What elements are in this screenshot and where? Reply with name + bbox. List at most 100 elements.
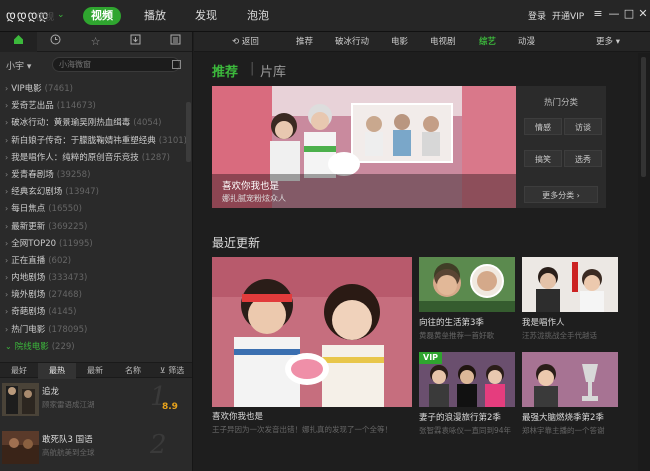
nav-tab-play[interactable]: 播放 <box>140 7 170 25</box>
channel-pobing[interactable]: 破冰行动 <box>335 32 369 52</box>
category-item[interactable]: › 破冰行动：黄景瑜吴刚热血缉毒 (4054) <box>0 114 186 131</box>
home-icon[interactable] <box>0 32 37 52</box>
video-thumbnail <box>212 257 412 407</box>
category-item[interactable]: › 全网TOP20 (11995) <box>0 235 186 252</box>
film-title: 敢死队3 国语 <box>42 435 93 445</box>
video-card-subtitle: 张智霖袁咏仪一直同到94年 <box>419 426 512 435</box>
video-card-title[interactable]: 最强大脑燃烧季第2季 <box>522 411 604 423</box>
sort-tab-name[interactable]: 名称 <box>114 363 152 379</box>
nav-tab-discover[interactable]: 发现 <box>191 7 221 25</box>
film-row[interactable]: 敢死队3 国语 高航航美到全球 2 <box>0 428 192 466</box>
category-item[interactable]: › 奇葩剧场 (4145) <box>0 303 186 320</box>
channel-movie[interactable]: 电影 <box>391 32 408 52</box>
vip-link[interactable]: 开通VIP <box>552 9 584 22</box>
logo-sub: 优视 <box>36 13 55 23</box>
category-item[interactable]: › 我是唱作人：纯粹的原创音乐竞技 (1287) <box>0 149 186 166</box>
tab-divider: | <box>250 61 255 76</box>
main-scrollbar[interactable] <box>638 53 650 471</box>
hot-categories-panel: 热门分类 情感 访谈 搞笑 选秀 更多分类 › <box>516 86 606 208</box>
sort-tab-best[interactable]: 最好 <box>0 363 38 379</box>
chevron-down-icon: ▾ <box>613 37 620 47</box>
nav-tab-video[interactable]: 视频 <box>83 7 121 25</box>
featured-banner[interactable]: 喜欢你我也是 娜扎腻宠粉炫众人 <box>212 86 516 208</box>
category-item[interactable]: › 境外剧场 (27468) <box>0 286 186 303</box>
back-icon: ⟲ <box>232 37 242 47</box>
category-item[interactable]: › 热门电影 (178095) <box>0 321 186 338</box>
video-card-title[interactable]: 喜欢你我也是 <box>212 410 263 422</box>
video-card[interactable] <box>419 257 515 312</box>
category-item[interactable]: › 经典玄幻剧场 (13947) <box>0 183 186 200</box>
category-button[interactable]: 搞笑 <box>524 150 562 167</box>
channel-variety[interactable]: 综艺 <box>479 32 496 52</box>
search-input[interactable] <box>52 57 180 72</box>
tab-recommend[interactable]: 推荐 <box>212 61 238 80</box>
film-poster <box>2 431 39 464</box>
film-score: 8.9 <box>162 402 178 412</box>
sort-tab-new[interactable]: 最新 <box>76 363 114 379</box>
video-card[interactable] <box>522 352 618 407</box>
nav-tab-bubble[interactable]: 泡泡 <box>243 7 273 25</box>
video-card[interactable]: VIP <box>419 352 515 407</box>
category-item[interactable]: › 新白娘子传奇：于朦胧鞠婧祎重塑经典 (3101) <box>0 132 186 149</box>
user-selector[interactable]: 小宇 ▾ <box>6 59 31 72</box>
category-item[interactable]: › 内地剧场 (333473) <box>0 269 186 286</box>
more-categories-button[interactable]: 更多分类 › <box>524 186 598 203</box>
channel-bar: ⟲ 返回 推荐 破冰行动 电影 电视剧 综艺 动漫 更多 ▾ <box>194 32 650 52</box>
sort-tabs: 最好 最热 最新 名称 ⊻ 筛选 <box>0 362 192 379</box>
category-item[interactable]: › 每日焦点 (16550) <box>0 200 186 217</box>
film-poster <box>2 383 39 416</box>
category-list: › VIP电影 (7461) › 爱奇艺出品 (114673) › 破冰行动：黄景瑜吴刚热… <box>0 80 186 355</box>
sidebar-scrollbar[interactable] <box>186 102 191 162</box>
video-card-title[interactable]: 妻子的浪漫旅行第2季 <box>419 411 501 423</box>
category-item[interactable]: › 爱青春剧场 (39258) <box>0 166 186 183</box>
filter-button[interactable]: ⊻ 筛选 <box>152 363 192 379</box>
channel-recommend[interactable]: 推荐 <box>296 32 313 52</box>
star-icon[interactable]: ☆ <box>77 32 114 52</box>
video-thumbnail <box>522 352 618 407</box>
sort-tab-hot[interactable]: 最热 <box>38 363 76 379</box>
category-item-active[interactable]: ⌄ 院线电影 (229) <box>0 338 186 355</box>
download-icon[interactable] <box>117 32 154 52</box>
logo-dropdown-icon[interactable]: ⌄ <box>57 10 65 20</box>
maximize-icon[interactable]: □ <box>622 6 636 22</box>
video-card-subtitle: 王子异因为一次发音出错！娜扎真的发现了一个全等！ <box>212 425 392 434</box>
sidebar-search-row: 小宇 ▾ <box>0 54 192 76</box>
sidebar: ☆ 小宇 ▾ ›VIP电影(7461) ›爱奇艺出品(114673) ›破冰行动… <box>0 32 193 471</box>
film-rank: 2 <box>150 430 167 460</box>
category-item[interactable]: › VIP电影 (7461) <box>0 80 186 97</box>
film-row[interactable]: 追龙 顾家雷语成江湖 1 8.9 <box>0 380 192 418</box>
banner-title: 喜欢你我也是 <box>222 181 280 192</box>
clock-icon[interactable] <box>37 32 74 52</box>
scrollbar-thumb[interactable] <box>641 57 646 177</box>
minimize-icon[interactable]: — <box>607 6 621 22</box>
channel-anime[interactable]: 动漫 <box>518 32 535 52</box>
channel-tv[interactable]: 电视剧 <box>430 32 456 52</box>
grid-view-icon[interactable] <box>172 60 181 69</box>
film-subtitle: 顾家雷语成江湖 <box>42 400 95 409</box>
category-item[interactable]: › 爱奇艺出品 (114673) <box>0 97 186 114</box>
video-card-title[interactable]: 我是唱作人 <box>522 316 565 328</box>
tab-library[interactable]: 片库 <box>260 61 286 80</box>
video-thumbnail <box>522 257 618 312</box>
video-card-large[interactable] <box>212 257 412 407</box>
video-card-subtitle: 汪苏泷挑战全手代越话 <box>522 331 597 340</box>
category-item[interactable]: › 正在直播 (602) <box>0 252 186 269</box>
more-channels-button[interactable]: 更多 ▾ <box>596 32 620 52</box>
vip-badge: VIP <box>419 352 443 364</box>
sidebar-icon-bar: ☆ <box>0 32 192 52</box>
video-card[interactable] <box>522 257 618 312</box>
menu-icon[interactable]: ≡ <box>591 6 605 22</box>
list-icon[interactable] <box>157 32 192 52</box>
category-button[interactable]: 选秀 <box>564 150 602 167</box>
category-item[interactable]: › 最新更新 (369225) <box>0 218 186 235</box>
close-icon[interactable]: ✕ <box>636 6 650 22</box>
title-bar: დდდდ 优视 ⌄ 视频 播放 发现 泡泡 登录 开通VIP ≡ — □ ✕ <box>0 0 650 32</box>
video-card-subtitle: 黄磊黄垒推荐一首好歌 <box>419 331 494 340</box>
hot-categories-title: 热门分类 <box>543 98 578 108</box>
category-button[interactable]: 情感 <box>524 118 562 135</box>
login-link[interactable]: 登录 <box>528 9 546 22</box>
main-content: 推荐 | 片库 喜欢你我也是 娜扎腻宠粉炫众人 热门分类 情感 访谈 搞笑 选秀… <box>194 53 638 471</box>
back-button[interactable]: ⟲ 返回 <box>232 32 259 52</box>
video-card-title[interactable]: 向往的生活第3季 <box>419 316 484 328</box>
category-button[interactable]: 访谈 <box>564 118 602 135</box>
